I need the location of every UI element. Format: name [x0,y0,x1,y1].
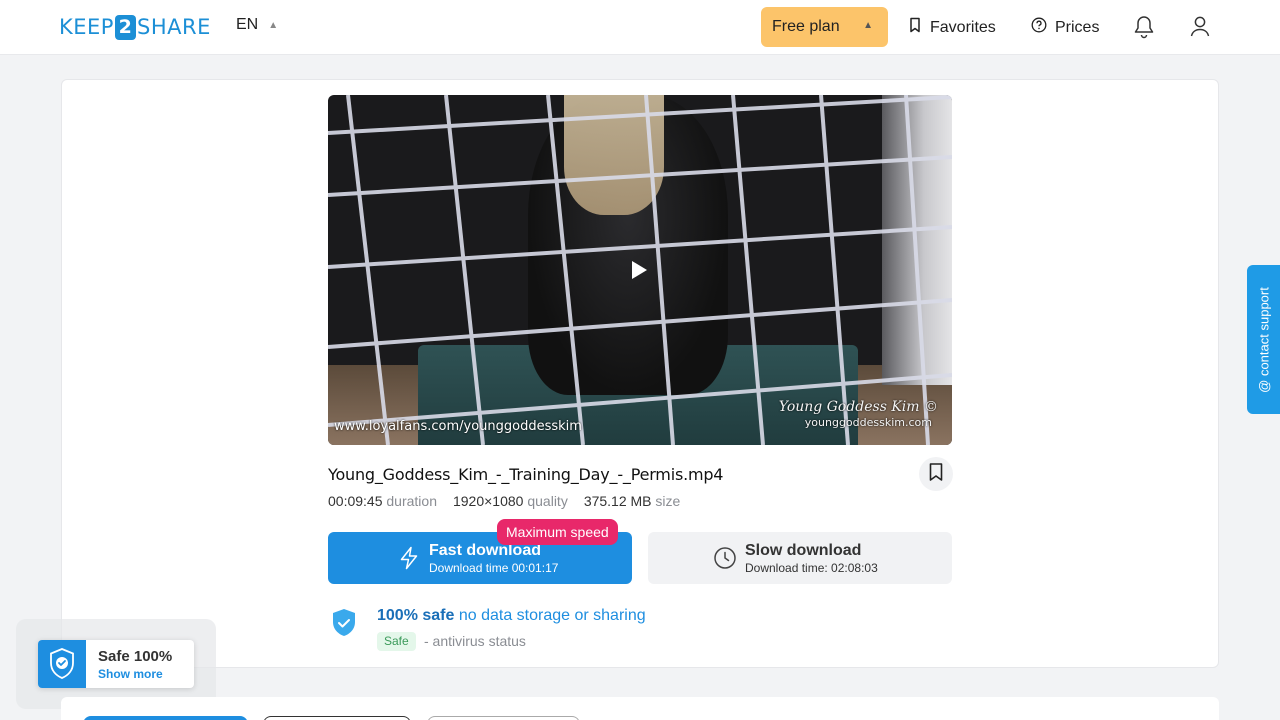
clock-icon [713,546,737,575]
file-meta: 00:09:45 duration 1920×1080 quality 375.… [328,493,680,509]
bottom-tab-1[interactable] [83,716,248,720]
logo-share: SHARE [136,15,211,39]
show-more-link[interactable]: Show more [98,667,163,681]
quality-info: 1920×1080 quality [453,493,568,509]
chevron-up-icon: ▲ [268,19,279,31]
bookmark-icon [908,17,922,38]
prices-link[interactable]: Prices [1031,17,1099,38]
bell-icon[interactable] [1133,15,1155,44]
favorites-link[interactable]: Favorites [908,17,996,38]
chevron-up-icon: ▲ [863,20,873,31]
max-speed-badge: Maximum speed [497,519,618,545]
shield-check-icon [330,607,358,644]
watermark-left: www.loyalfans.com/younggoddesskim [334,419,582,434]
language-label: EN [236,16,259,33]
fast-download-time: Download time 00:01:17 [429,561,559,575]
watermark-right: Young Goddess Kim © [778,399,938,415]
size-value: 375.12 MB [583,493,652,509]
duration-value: 00:09:45 [328,493,383,509]
file-name: Young_Goddess_Kim_-_Training_Day_-_Permi… [328,465,724,484]
slow-download-time: Download time: 02:08:03 [745,561,878,575]
favorites-label: Favorites [930,18,996,36]
contact-support-tab[interactable]: @ contact support [1247,265,1280,414]
bottom-section [61,697,1219,720]
bookmark-icon [928,462,944,487]
shield-check-icon [38,640,86,688]
play-icon[interactable] [632,261,647,279]
slow-download-title: Slow download [745,542,862,559]
help-circle-icon [1031,17,1047,38]
quality-value: 1920×1080 [452,493,524,509]
safe-popup-title: Safe 100% [98,648,173,665]
safety-title-rest: no data storage or sharing [454,607,646,624]
plan-dropdown-button[interactable]: Free plan ▲ [761,7,888,47]
prices-label: Prices [1055,18,1100,36]
watermark-right-url: younggoddesskim.com [804,416,932,429]
contact-support-label: @ contact support [1256,286,1271,393]
size-info: 375.12 MB size [584,493,681,509]
safety-title: 100% safe no data storage or sharing [377,607,646,625]
user-account-icon[interactable] [1189,15,1211,44]
safety-title-bold: 100% safe [377,607,455,624]
logo-keep: KEEP [59,15,114,39]
plan-label: Free plan [772,18,840,35]
bottom-tab-3[interactable] [427,716,580,720]
video-preview[interactable]: www.loyalfans.com/younggoddesskim Young … [328,95,952,445]
size-label: size [655,493,681,509]
antivirus-status-text: - antivirus status [424,633,526,649]
bottom-tab-2[interactable] [263,716,411,720]
lightning-icon [398,546,420,575]
slow-download-button[interactable]: Slow download Download time: 02:08:03 [648,532,952,584]
language-selector[interactable]: EN ▲ [236,16,278,34]
logo-two: 2 [114,14,136,40]
add-favorite-button[interactable] [919,457,953,491]
top-header: KEEP 2 SHARE EN ▲ Free plan ▲ Favorites Pr… [0,0,1280,55]
antivirus-status-chip: Safe [377,632,416,651]
safe-popup[interactable]: Safe 100% Show more [38,640,194,688]
site-logo[interactable]: KEEP 2 SHARE [59,14,211,40]
duration-info: 00:09:45 duration [328,493,437,509]
duration-label: duration [386,493,437,509]
quality-label: quality [527,493,568,509]
